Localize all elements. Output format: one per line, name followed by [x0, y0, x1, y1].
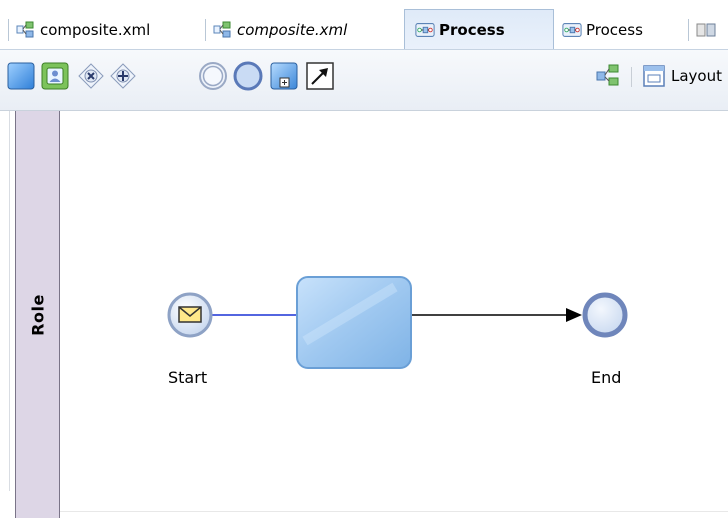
- tab-separator: [8, 19, 9, 41]
- editor-tab-bar: composite.xml composite.xml Process Proc…: [0, 0, 728, 50]
- composite-icon: [213, 21, 231, 38]
- process-icon: [415, 23, 435, 37]
- message-icon: [178, 306, 202, 323]
- process-icon: [562, 23, 582, 37]
- intermediate-event-tool-icon: [199, 62, 227, 90]
- composite-view-button[interactable]: [592, 59, 626, 93]
- tab-separator: [205, 19, 206, 41]
- process-canvas[interactable]: Role Start End: [0, 111, 728, 518]
- end-event-label: End: [591, 368, 622, 387]
- process-diagram: [167, 276, 628, 369]
- tab-label: Process: [586, 21, 643, 39]
- sequence-flow-tool-button[interactable]: [303, 59, 337, 93]
- layout-label: Layout: [671, 67, 722, 85]
- tab-label: composite.xml: [40, 21, 151, 39]
- intermediate-event-tool-button[interactable]: [196, 59, 230, 93]
- tab-label: Process: [439, 21, 505, 39]
- end-event-tool-button[interactable]: [231, 59, 265, 93]
- tab-label: composite.xml: [237, 21, 348, 39]
- parallel-gateway-tool-icon: [110, 63, 136, 89]
- activity-tool-button[interactable]: [4, 59, 38, 93]
- exclusive-gateway-tool-button[interactable]: [74, 59, 108, 93]
- end-event[interactable]: [582, 292, 628, 338]
- tab-process-active[interactable]: Process: [404, 9, 554, 50]
- composite-icon: [16, 21, 34, 38]
- sequence-flow-tool-icon: [306, 62, 334, 90]
- composite-icon: [596, 64, 619, 86]
- exclusive-gateway-tool-icon: [78, 63, 104, 89]
- composite-icon: [696, 23, 716, 37]
- tab-composite-xml[interactable]: composite.xml: [8, 12, 150, 48]
- tab-process[interactable]: Process: [562, 12, 643, 48]
- task-activity[interactable]: [296, 276, 412, 369]
- toolbar-separator: [631, 67, 632, 87]
- flow-arrowhead: [566, 308, 582, 322]
- tab-separator: [688, 19, 689, 41]
- subprocess-tool-button[interactable]: [267, 59, 301, 93]
- user-task-tool-icon: [41, 62, 69, 90]
- parallel-gateway-tool-button[interactable]: [106, 59, 140, 93]
- start-event-label: Start: [168, 368, 208, 387]
- layout-button[interactable]: Layout: [642, 60, 722, 92]
- end-event-tool-icon: [233, 61, 263, 91]
- subprocess-tool-icon: [270, 62, 298, 90]
- start-event[interactable]: [167, 292, 213, 338]
- tab-composite-xml-2[interactable]: composite.xml: [205, 12, 347, 48]
- component-toolbar: Layout: [0, 50, 728, 111]
- user-task-tool-button[interactable]: [38, 59, 72, 93]
- activity-tool-icon: [7, 62, 35, 90]
- layout-icon: [643, 65, 665, 87]
- tab-overflow[interactable]: [688, 12, 716, 48]
